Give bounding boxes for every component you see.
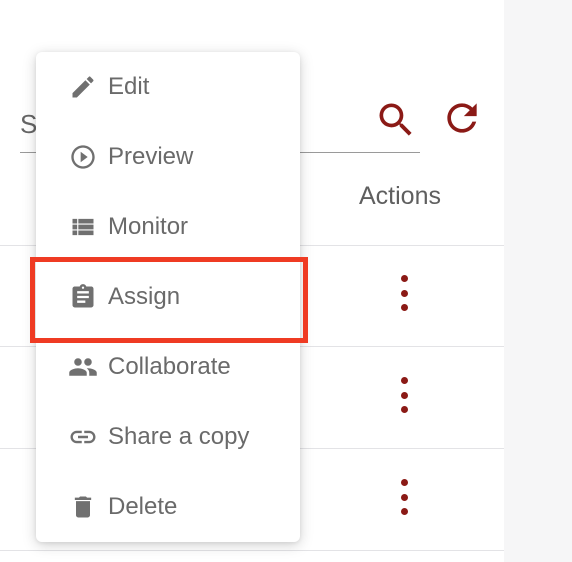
- actions-column-header: Actions: [359, 182, 441, 210]
- more-vert-icon: [400, 275, 408, 282]
- menu-item-label: Delete: [108, 493, 178, 520]
- menu-item-share-copy[interactable]: Share a copy: [36, 402, 300, 472]
- menu-item-edit[interactable]: Edit: [36, 52, 300, 122]
- row-divider: [0, 550, 504, 551]
- menu-item-delete[interactable]: Delete: [36, 472, 300, 542]
- more-vert-icon: [400, 479, 408, 486]
- row-actions-menu-button[interactable]: [392, 479, 416, 515]
- menu-item-assign[interactable]: Assign: [36, 262, 300, 332]
- refresh-button[interactable]: [440, 96, 484, 140]
- search-icon: [379, 103, 412, 136]
- people-icon: [68, 352, 98, 382]
- menu-item-label: Share a copy: [108, 423, 250, 450]
- more-vert-icon: [400, 377, 408, 384]
- menu-item-collaborate[interactable]: Collaborate: [36, 332, 300, 402]
- play-circle-icon: [68, 142, 98, 172]
- menu-item-label: Assign: [108, 283, 181, 310]
- trash-icon: [68, 492, 98, 522]
- actions-dropdown-menu: Edit Preview Monitor Assign Collaborate …: [36, 52, 300, 542]
- link-icon: [68, 422, 98, 452]
- row-actions-menu-button[interactable]: [392, 377, 416, 413]
- menu-item-label: Edit: [108, 73, 150, 100]
- list-icon: [68, 212, 98, 242]
- pencil-icon: [68, 72, 98, 102]
- menu-item-monitor[interactable]: Monitor: [36, 192, 300, 262]
- search-button[interactable]: [374, 98, 418, 142]
- menu-item-preview[interactable]: Preview: [36, 122, 300, 192]
- menu-item-label: Preview: [108, 143, 194, 170]
- menu-item-label: Collaborate: [108, 353, 231, 380]
- refresh-icon: [447, 103, 477, 133]
- menu-item-label: Monitor: [108, 213, 189, 240]
- clipboard-icon: [68, 282, 98, 312]
- row-actions-menu-button[interactable]: [392, 275, 416, 311]
